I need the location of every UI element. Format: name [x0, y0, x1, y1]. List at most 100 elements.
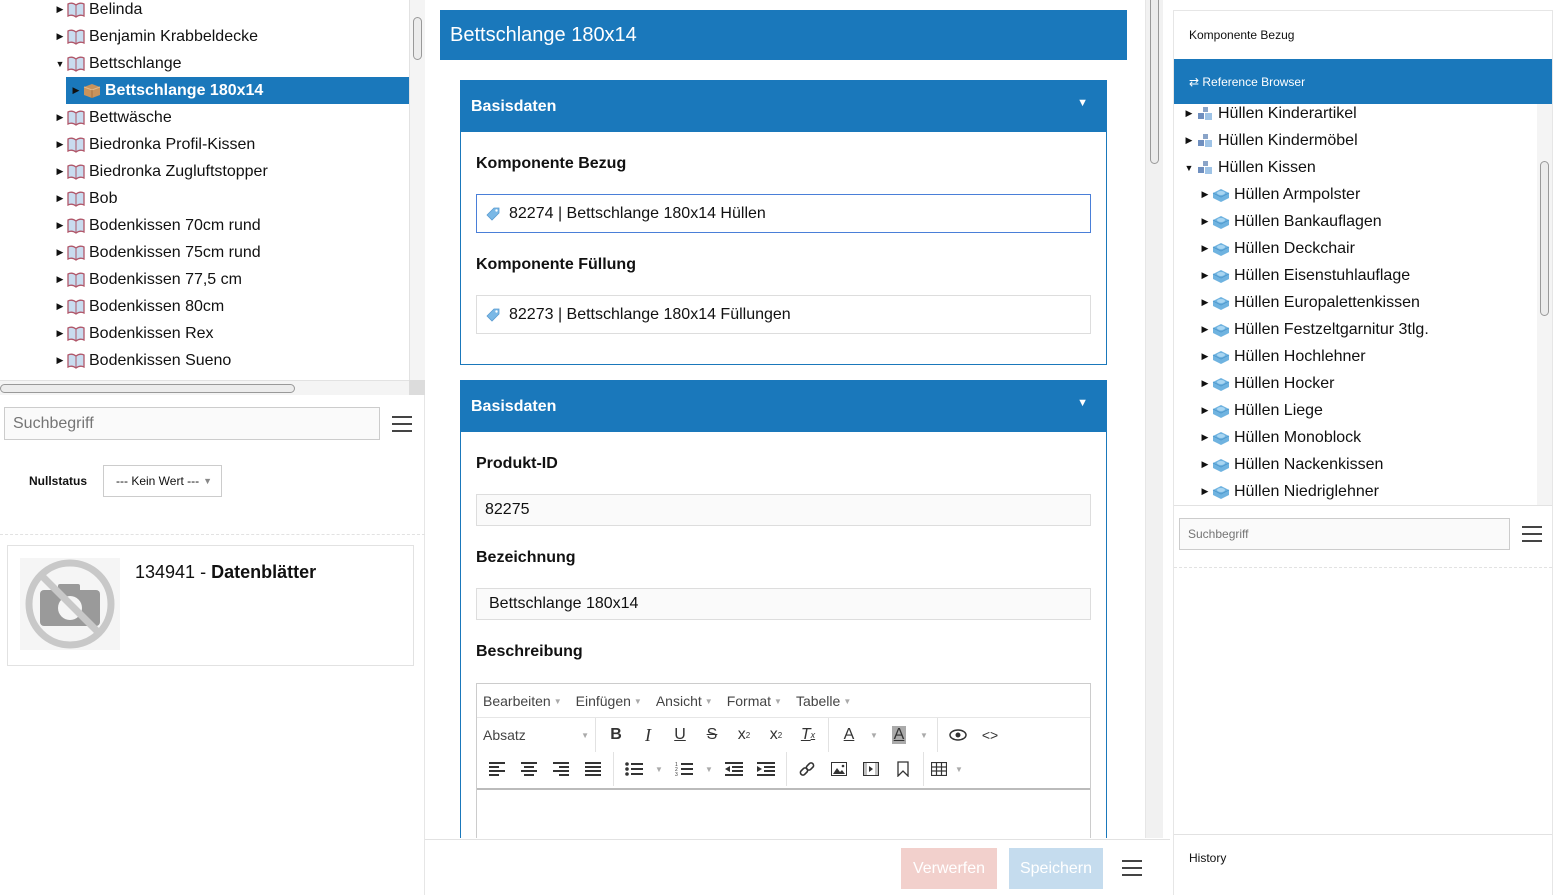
preview-eye-icon[interactable]: [942, 721, 974, 749]
superscript-icon[interactable]: x2: [728, 721, 760, 749]
collapsed-caret-icon[interactable]: ▶: [1200, 351, 1210, 362]
reference-tree-node[interactable]: ▶ Hüllen Hocker: [1200, 370, 1335, 397]
reference-tree-node[interactable]: ▶ Hüllen Bankauflagen: [1200, 208, 1382, 235]
center-vertical-scrollbar[interactable]: [1145, 0, 1163, 838]
footer-menu-icon[interactable]: [1122, 860, 1142, 876]
reference-tree-node[interactable]: ▶ Hüllen Kinderartikel: [1184, 104, 1357, 127]
left-menu-icon[interactable]: [392, 416, 412, 432]
collapsed-caret-icon[interactable]: ▶: [71, 85, 81, 96]
collapsed-caret-icon[interactable]: ▶: [1200, 297, 1210, 308]
collapsed-caret-icon[interactable]: ▶: [1200, 378, 1210, 389]
tree-node[interactable]: ▶ Bodenkissen 77,5 cm: [55, 266, 242, 293]
editor-content-area[interactable]: [477, 788, 1090, 838]
tree-node[interactable]: ▶ Bodenkissen 70cm rund: [55, 212, 261, 239]
reference-tree-node[interactable]: ▶ Hüllen Eisenstuhlauflage: [1200, 262, 1411, 289]
block-format-select[interactable]: Absatz ▼: [477, 718, 595, 752]
reference-tree-node[interactable]: ▶ Hüllen Kindermöbel: [1184, 127, 1358, 154]
discard-button[interactable]: Verwerfen: [901, 848, 997, 889]
text-color-icon[interactable]: A: [833, 721, 865, 749]
tree-node[interactable]: ▶ Bodenkissen Sueno: [55, 347, 232, 374]
collapsed-caret-icon[interactable]: ▶: [55, 4, 65, 15]
section-header[interactable]: Basisdaten ▼: [461, 381, 1106, 432]
dropdown-caret-icon[interactable]: ▼: [700, 755, 718, 783]
menu-einfuegen[interactable]: Einfügen ▼: [576, 693, 642, 709]
collapse-triangle-icon[interactable]: ▼: [1077, 97, 1088, 109]
strikethrough-icon[interactable]: S: [696, 721, 728, 749]
reference-browser-tab[interactable]: ⇄ Reference Browser: [1174, 59, 1552, 104]
reference-field-bezug[interactable]: 82274 | Bettschlange 180x14 Hüllen: [476, 194, 1091, 233]
collapsed-caret-icon[interactable]: ▶: [55, 274, 65, 285]
tree-node[interactable]: ▶ Biedronka Zugluftstopper: [55, 158, 268, 185]
expanded-caret-icon[interactable]: ▼: [55, 59, 65, 69]
menu-ansicht[interactable]: Ansicht ▼: [656, 693, 713, 709]
right-menu-icon[interactable]: [1522, 526, 1542, 542]
section-header[interactable]: Basisdaten ▼: [461, 81, 1106, 132]
reference-tree-node[interactable]: ▼ Hüllen Kissen: [1184, 154, 1316, 181]
reference-tree-scrollbar[interactable]: [1537, 104, 1552, 506]
tree-node[interactable]: ▶ Bob: [55, 185, 118, 212]
asset-card[interactable]: 134941 - Datenblätter: [7, 545, 414, 666]
tree-node[interactable]: ▶ Benjamin Krabbeldecke: [55, 23, 258, 50]
reference-tree-node[interactable]: ▶ Hüllen Liege: [1200, 397, 1323, 424]
collapsed-caret-icon[interactable]: ▶: [55, 247, 65, 258]
align-left-icon[interactable]: [481, 755, 513, 783]
tree-vertical-scrollbar[interactable]: [409, 0, 425, 395]
collapsed-caret-icon[interactable]: ▶: [55, 220, 65, 231]
tree-node[interactable]: ▶ Belinda: [55, 0, 143, 23]
collapsed-caret-icon[interactable]: ▶: [1200, 486, 1210, 497]
nullstatus-select[interactable]: --- Kein Wert --- ▼: [103, 465, 222, 497]
reference-tree-node[interactable]: ▶ Hüllen Niedriglehner: [1200, 478, 1379, 505]
collapsed-caret-icon[interactable]: ▶: [55, 193, 65, 204]
collapsed-caret-icon[interactable]: ▶: [1200, 243, 1210, 254]
numbered-list-icon[interactable]: 123: [668, 755, 700, 783]
dropdown-caret-icon[interactable]: ▼: [950, 755, 968, 783]
menu-bearbeiten[interactable]: Bearbeiten ▼: [483, 693, 562, 709]
dropdown-caret-icon[interactable]: ▼: [915, 721, 933, 749]
tree-node[interactable]: ▶ Bodenkissen Rex: [55, 320, 214, 347]
collapsed-caret-icon[interactable]: ▶: [55, 166, 65, 177]
background-color-icon[interactable]: A: [883, 721, 915, 749]
outdent-icon[interactable]: [718, 755, 750, 783]
align-right-icon[interactable]: [545, 755, 577, 783]
align-center-icon[interactable]: [513, 755, 545, 783]
collapsed-caret-icon[interactable]: ▶: [1200, 189, 1210, 200]
reference-tree-node[interactable]: ▶ Hüllen Deckchair: [1200, 235, 1355, 262]
clear-formatting-icon[interactable]: Tx: [792, 721, 824, 749]
collapsed-caret-icon[interactable]: ▶: [55, 139, 65, 150]
reference-field-fuellung[interactable]: 82273 | Bettschlange 180x14 Füllungen: [476, 295, 1091, 334]
collapsed-caret-icon[interactable]: ▶: [55, 328, 65, 339]
indent-icon[interactable]: [750, 755, 782, 783]
media-video-icon[interactable]: [855, 755, 887, 783]
collapsed-caret-icon[interactable]: ▶: [1200, 216, 1210, 227]
dropdown-caret-icon[interactable]: ▼: [865, 721, 883, 749]
reference-tree-node[interactable]: ▶ Hüllen Hochlehner: [1200, 343, 1366, 370]
save-button[interactable]: Speichern: [1009, 848, 1103, 889]
collapsed-caret-icon[interactable]: ▶: [1200, 270, 1210, 281]
align-justify-icon[interactable]: [577, 755, 609, 783]
tree-node[interactable]: ▶ Biedronka Profil-Kissen: [55, 131, 256, 158]
expanded-caret-icon[interactable]: ▼: [1184, 163, 1194, 173]
reference-tree-node[interactable]: ▶ Hüllen Festzeltgarnitur 3tlg.: [1200, 316, 1429, 343]
tree-node[interactable]: ▶ Bodenkissen 75cm rund: [55, 239, 261, 266]
scrollbar-thumb[interactable]: [1150, 0, 1159, 164]
image-icon[interactable]: [823, 755, 855, 783]
underline-icon[interactable]: U: [664, 721, 696, 749]
collapsed-caret-icon[interactable]: ▶: [1200, 459, 1210, 470]
bullet-list-icon[interactable]: [618, 755, 650, 783]
source-code-icon[interactable]: <>: [974, 721, 1006, 749]
produkt-id-field[interactable]: 82275: [476, 494, 1091, 526]
reference-tree-node[interactable]: ▶ Hüllen Nackenkissen: [1200, 451, 1384, 478]
menu-tabelle[interactable]: Tabelle ▼: [796, 693, 851, 709]
scrollbar-thumb[interactable]: [1540, 161, 1549, 316]
reference-tree-node[interactable]: ▶ Hüllen Europalettenkissen: [1200, 289, 1420, 316]
history-tab[interactable]: History: [1189, 851, 1226, 865]
bookmark-anchor-icon[interactable]: [887, 755, 919, 783]
left-search-input[interactable]: [4, 407, 380, 440]
collapsed-caret-icon[interactable]: ▶: [1200, 324, 1210, 335]
tree-node[interactable]: ▶ Bettschlange 180x14: [66, 77, 409, 104]
tree-node[interactable]: ▶ Bodenkissen 80cm: [55, 293, 225, 320]
tree-node[interactable]: ▼ Bettschlange: [55, 50, 182, 77]
scrollbar-thumb[interactable]: [0, 384, 295, 393]
dropdown-caret-icon[interactable]: ▼: [650, 755, 668, 783]
italic-icon[interactable]: I: [632, 721, 664, 749]
